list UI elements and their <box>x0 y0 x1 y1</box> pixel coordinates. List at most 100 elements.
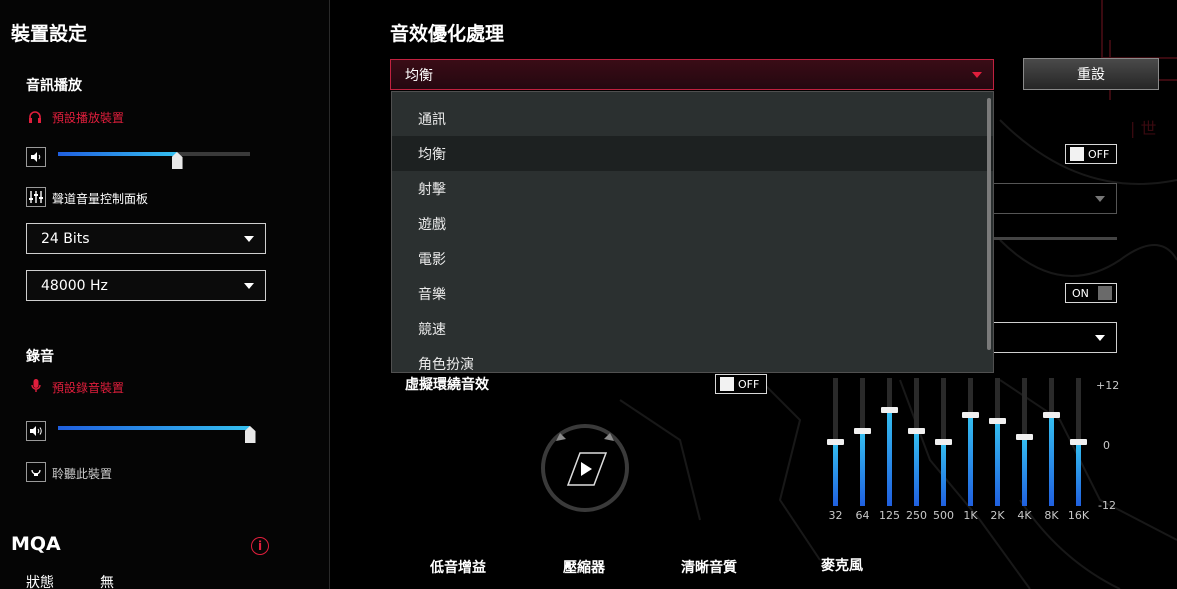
virtual-surround-state: OFF <box>738 377 760 391</box>
eq-band-fill <box>1049 415 1054 506</box>
tab-voice-clarity[interactable]: 清晰音質 <box>681 557 737 577</box>
speaker-icon[interactable] <box>26 147 46 167</box>
sample-rate-select[interactable]: 48000 Hz <box>26 270 266 301</box>
recording-title: 錄音 <box>26 349 54 365</box>
listen-to-device-label[interactable]: 聆聽此裝置 <box>52 465 112 482</box>
toggle-switch-1[interactable]: OFF <box>1065 144 1117 164</box>
eq-band-fill <box>887 410 892 506</box>
dropdown-option[interactable]: 遊戲 <box>392 206 993 241</box>
eq-band-slider[interactable] <box>827 378 844 506</box>
device-settings-title: 裝置設定 <box>11 23 88 45</box>
chevron-down-icon <box>244 235 254 242</box>
chevron-down-icon <box>244 282 254 289</box>
eq-band-knob[interactable] <box>854 428 871 435</box>
eq-scale-bottom: -12 <box>1098 499 1116 512</box>
eq-band-slider[interactable] <box>881 378 898 506</box>
info-icon[interactable]: i <box>251 537 269 555</box>
eq-band-label: 125 <box>879 509 900 522</box>
eq-band-slider[interactable] <box>1070 378 1087 506</box>
hidden-select-1[interactable] <box>994 183 1117 214</box>
dropdown-option[interactable]: 音樂 <box>392 276 993 311</box>
eq-band-slider[interactable] <box>854 378 871 506</box>
mqa-status-value: 無 <box>100 575 114 589</box>
surround-test-play-button[interactable] <box>540 423 630 513</box>
eq-band-slider[interactable] <box>989 378 1006 506</box>
device-settings-panel: 裝置設定 音訊播放 預設播放裝置 聲道音量控制面板 24 Bits 48000 … <box>0 0 330 589</box>
sample-rate-value: 48000 Hz <box>41 277 108 294</box>
eq-band-label: 4K <box>1017 509 1032 522</box>
hidden-select-2[interactable] <box>994 322 1117 353</box>
eq-band-knob[interactable] <box>935 439 952 445</box>
dropdown-option[interactable]: 均衡 <box>392 136 993 171</box>
dropdown-option[interactable]: 電影 <box>392 241 993 276</box>
mqa-title: MQA <box>11 533 61 555</box>
preset-selected-value: 均衡 <box>405 67 433 84</box>
recording-volume-fill <box>58 426 250 430</box>
preset-select[interactable]: 均衡 <box>390 59 994 90</box>
eq-band-knob[interactable] <box>881 407 898 413</box>
eq-band-knob[interactable] <box>1043 412 1060 419</box>
channel-volume-panel-link[interactable]: 聲道音量控制面板 <box>52 190 148 207</box>
playback-volume-slider[interactable] <box>58 152 250 156</box>
toggle-knob <box>720 377 734 391</box>
eq-band-knob[interactable] <box>827 439 844 445</box>
playback-device-name[interactable]: 預設播放裝置 <box>52 109 124 126</box>
eq-scale-mid: 0 <box>1103 439 1110 452</box>
dropdown-option[interactable]: 射擊 <box>392 171 993 206</box>
bit-depth-select[interactable]: 24 Bits <box>26 223 266 254</box>
eq-band-knob[interactable] <box>989 417 1006 424</box>
playback-title: 音訊播放 <box>26 78 82 94</box>
playback-volume-fill <box>58 152 178 156</box>
eq-band-fill <box>941 442 946 506</box>
eq-band-fill <box>1076 442 1081 506</box>
tab-compressor[interactable]: 壓縮器 <box>563 557 605 577</box>
eq-band-knob[interactable] <box>1070 439 1087 445</box>
eq-band-slider[interactable] <box>908 378 925 506</box>
preset-dropdown-list[interactable]: 通訊 均衡 射擊 遊戲 電影 音樂 競速 角色扮演 <box>391 91 994 373</box>
toggle-switch-2[interactable]: ON <box>1065 283 1117 303</box>
reset-button[interactable]: 重設 <box>1023 58 1159 90</box>
dropdown-option[interactable]: 角色扮演 <box>392 346 993 373</box>
listen-icon[interactable] <box>26 462 46 482</box>
toggle-1-state: OFF <box>1088 147 1110 161</box>
recording-device-name[interactable]: 預設錄音裝置 <box>52 379 124 396</box>
eq-band-label: 8K <box>1044 509 1059 522</box>
dropdown-option[interactable]: 競速 <box>392 311 993 346</box>
bit-depth-value: 24 Bits <box>41 230 90 247</box>
eq-band-slider[interactable] <box>935 378 952 506</box>
eq-band-knob[interactable] <box>962 412 979 419</box>
tab-bass-boost[interactable]: 低音增益 <box>430 557 486 577</box>
eq-band-label: 64 <box>855 509 870 522</box>
eq-band-fill <box>968 415 973 506</box>
chevron-down-icon <box>1095 334 1105 341</box>
microphone-icon <box>31 378 41 392</box>
headphones-icon <box>28 109 42 123</box>
hidden-slider[interactable] <box>994 237 1117 240</box>
eq-band-fill <box>1022 436 1027 506</box>
virtual-surround-label: 虛擬環繞音效 <box>405 377 489 393</box>
eq-band-knob[interactable] <box>908 428 925 435</box>
eq-band-slider[interactable] <box>1016 378 1033 506</box>
mqa-status-label: 狀態 <box>26 575 54 589</box>
toggle-knob <box>1098 286 1112 300</box>
toggle-2-state: ON <box>1072 286 1089 300</box>
eq-band-fill <box>833 442 838 506</box>
eq-band-slider[interactable] <box>962 378 979 506</box>
mixer-icon[interactable] <box>26 187 46 207</box>
virtual-surround-toggle[interactable]: OFF <box>715 374 767 394</box>
eq-band-slider[interactable] <box>1043 378 1060 506</box>
dropdown-scrollbar[interactable] <box>987 98 991 350</box>
recording-volume-slider[interactable] <box>58 426 250 430</box>
eq-band-label: 2K <box>990 509 1005 522</box>
eq-band-label: 500 <box>933 509 954 522</box>
tab-microphone[interactable]: 麥克風 <box>821 555 863 575</box>
eq-band-knob[interactable] <box>1016 433 1033 440</box>
chevron-down-icon <box>972 71 982 78</box>
chevron-down-icon <box>1095 195 1105 202</box>
toggle-knob <box>1070 147 1084 161</box>
sound-optimization-title: 音效優化處理 <box>390 23 505 45</box>
eq-band-label: 16K <box>1067 509 1090 522</box>
eq-band-fill <box>914 431 919 506</box>
speaker-loud-icon[interactable] <box>26 421 46 441</box>
dropdown-option[interactable]: 通訊 <box>392 101 993 136</box>
